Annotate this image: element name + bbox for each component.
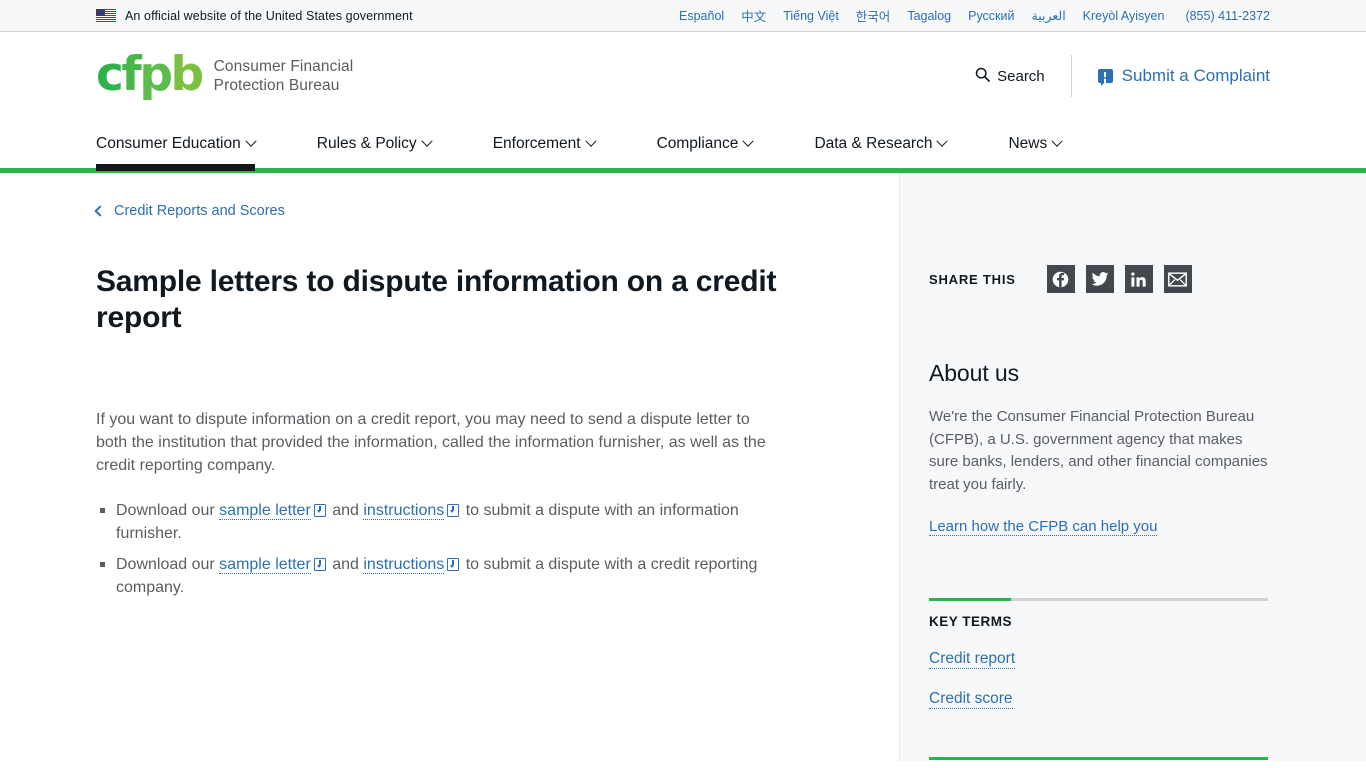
nav-item-compliance[interactable]: Compliance — [656, 120, 755, 168]
cfpb-logo[interactable]: cfpb Consumer Financial Protection Burea… — [96, 51, 354, 100]
breadcrumb-back-link[interactable]: Credit Reports and Scores — [94, 203, 285, 219]
language-link-tagalog[interactable]: Tagalog — [907, 9, 951, 23]
instructions-link-2[interactable]: instructions — [363, 555, 445, 574]
learn-more-divider — [929, 757, 1268, 760]
complaint-bubble-icon — [1097, 69, 1113, 86]
nav-item-rules-policy[interactable]: Rules & Policy — [316, 120, 433, 168]
logo-wordmark-line1: Consumer Financial — [213, 57, 354, 75]
nav-item-consumer-education[interactable]: Consumer Education — [96, 120, 257, 171]
intro-paragraph: If you want to dispute information on a … — [96, 411, 766, 475]
cfpb-logomark-icon: cfpb — [96, 51, 204, 98]
key-terms-label: KEY TERMS — [929, 614, 1013, 629]
page-body: Credit Reports and Scores Sample letters… — [0, 173, 1366, 761]
chevron-down-icon — [421, 135, 433, 147]
logomark-letter-c: c — [96, 46, 124, 102]
phone-number-link[interactable]: (855) 411-2372 — [1185, 9, 1270, 23]
search-icon — [975, 67, 991, 86]
key-term-credit-score[interactable]: Credit score — [929, 690, 1013, 709]
facebook-icon[interactable] — [1046, 265, 1075, 293]
government-banner-left: An official website of the United States… — [96, 9, 413, 23]
language-link-haitian-creole[interactable]: Kreyòl Ayisyen — [1083, 9, 1165, 23]
sample-letter-link-1[interactable]: sample letter — [219, 501, 311, 520]
share-icon-group — [1046, 265, 1192, 293]
main-navigation: Consumer Education Rules & Policy Enforc… — [0, 120, 1366, 171]
sample-letter-link-2[interactable]: sample letter — [219, 555, 311, 574]
submit-complaint-button[interactable]: Submit a Complaint — [1072, 66, 1270, 86]
email-icon[interactable] — [1163, 265, 1192, 293]
submit-complaint-label: Submit a Complaint — [1121, 66, 1270, 85]
bullet-2-mid: and — [327, 555, 364, 573]
nav-item-news[interactable]: News — [1008, 120, 1063, 168]
linkedin-icon[interactable] — [1124, 265, 1153, 293]
breadcrumb-label: Credit Reports and Scores — [114, 203, 285, 219]
search-button[interactable]: Search — [975, 67, 1071, 86]
nav-item-enforcement[interactable]: Enforcement — [492, 120, 597, 168]
logo-wordmark-line2: Protection Bureau — [213, 77, 340, 94]
bullet-2-prefix: Download our — [116, 555, 220, 573]
nav-item-data-research-label: Data & Research — [814, 135, 933, 152]
logo-wordmark: Consumer Financial Protection Bureau — [214, 57, 354, 96]
nav-item-news-label: News — [1008, 135, 1048, 152]
logomark-letter-p: p — [139, 46, 173, 102]
nav-item-rules-policy-label: Rules & Policy — [316, 135, 417, 152]
language-link-arabic[interactable]: العربية — [1032, 8, 1066, 23]
nav-item-consumer-education-label: Consumer Education — [96, 135, 241, 152]
search-button-label: Search — [997, 67, 1045, 85]
list-item: Download our sample letter and instructi… — [96, 553, 796, 599]
sidebar: SHARE THIS About us We're the Consumer F… — [899, 173, 1366, 761]
download-icon — [447, 503, 460, 517]
language-links: Español 中文 Tiếng Việt 한국어 Tagalog Русски… — [679, 6, 1270, 25]
share-this-label: SHARE THIS — [929, 271, 1016, 287]
download-icon — [313, 557, 326, 571]
chevron-down-icon — [936, 135, 949, 147]
key-terms-divider — [929, 598, 1268, 601]
download-icon — [313, 503, 326, 517]
key-term-credit-report[interactable]: Credit report — [929, 650, 1016, 669]
bullet-1-mid: and — [327, 501, 364, 519]
nav-item-data-research[interactable]: Data & Research — [814, 120, 949, 168]
language-link-vietnamese[interactable]: Tiếng Việt — [783, 9, 839, 23]
header-actions: Search Submit a Complaint — [975, 55, 1270, 97]
share-this-section: SHARE THIS — [929, 265, 1268, 293]
government-banner-text: An official website of the United States… — [125, 8, 413, 23]
logomark-letter-f: f — [121, 46, 141, 102]
logomark-letter-b: b — [170, 46, 204, 102]
twitter-icon[interactable] — [1085, 265, 1114, 293]
chevron-left-icon — [94, 205, 106, 217]
chevron-down-icon — [584, 135, 597, 147]
instructions-link-1[interactable]: instructions — [363, 501, 445, 520]
chevron-down-icon — [245, 135, 257, 147]
page-title: Sample letters to dispute information on… — [96, 265, 777, 334]
about-us-title: About us — [929, 360, 1019, 386]
learn-more-section: LEARN MORE ABOUT CREDIT REPORTS AND — [929, 757, 1268, 768]
key-terms-section: KEY TERMS Credit report Credit score — [929, 598, 1268, 709]
government-banner: An official website of the United States… — [0, 0, 1366, 32]
language-link-russian[interactable]: Русский — [968, 9, 1014, 23]
us-flag-icon — [96, 9, 116, 22]
download-list: Download our sample letter and instructi… — [96, 499, 796, 600]
language-link-korean[interactable]: 한국어 — [856, 6, 891, 25]
language-link-espanol[interactable]: Español — [679, 9, 724, 23]
nav-item-enforcement-label: Enforcement — [492, 135, 581, 152]
language-link-chinese[interactable]: 中文 — [741, 6, 766, 25]
learn-how-cfpb-helps-link[interactable]: Learn how the CFPB can help you — [929, 518, 1158, 536]
nav-item-compliance-label: Compliance — [656, 135, 739, 152]
chevron-down-icon — [742, 135, 755, 147]
chevron-down-icon — [1051, 135, 1063, 147]
download-icon — [447, 557, 460, 571]
about-us-paragraph: We're the Consumer Financial Protection … — [929, 408, 1268, 493]
main-content: Credit Reports and Scores Sample letters… — [0, 173, 899, 761]
bullet-1-prefix: Download our — [116, 501, 220, 519]
list-item: Download our sample letter and instructi… — [96, 499, 796, 545]
site-header: cfpb Consumer Financial Protection Burea… — [0, 32, 1366, 120]
